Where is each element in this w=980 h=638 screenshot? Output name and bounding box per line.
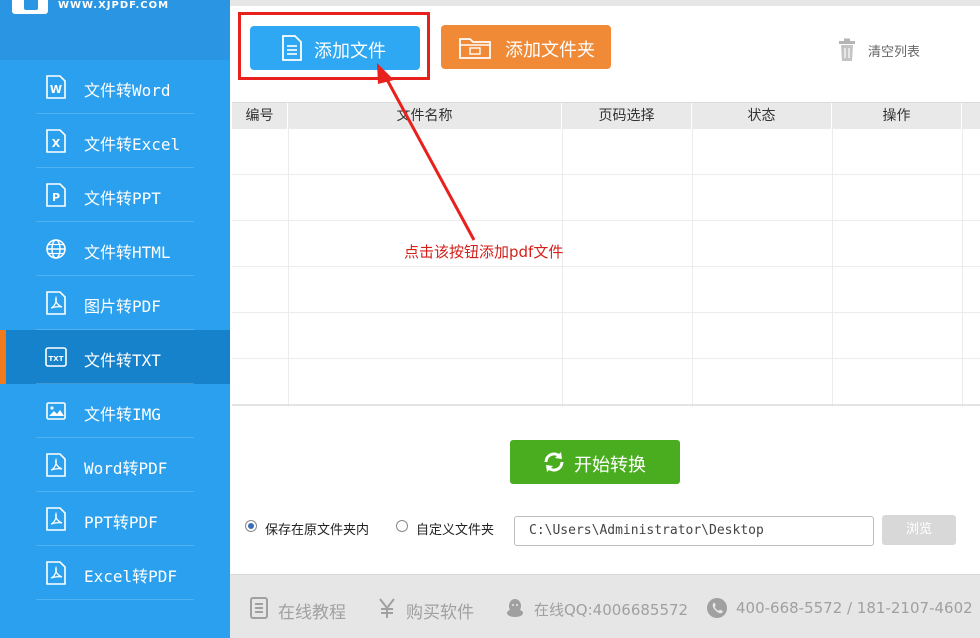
table-row <box>232 359 980 405</box>
excel-file-icon: X <box>44 129 68 153</box>
sidebar-item-label: 文件转Excel <box>84 135 181 154</box>
column-divider <box>832 129 833 407</box>
buy-software-label: 购买软件 <box>406 603 474 623</box>
sidebar: WWW.XJPDF.COM W 文件转Word X 文件转Excel P 文件转… <box>0 0 230 638</box>
svg-text:X: X <box>52 137 61 150</box>
column-header-page-range[interactable]: 页码选择 <box>562 103 692 129</box>
column-header-actions[interactable]: 操作 <box>832 103 962 129</box>
table-row <box>232 175 980 221</box>
add-folder-label: 添加文件夹 <box>505 40 595 61</box>
sidebar-nav: W 文件转Word X 文件转Excel P 文件转PPT 文件转HTML 图片… <box>0 60 230 600</box>
column-header-filename[interactable]: 文件名称 <box>288 103 562 129</box>
sidebar-item-label: 文件转Word <box>84 81 171 100</box>
column-header-status[interactable]: 状态 <box>692 103 832 129</box>
column-divider <box>562 129 563 407</box>
sidebar-item-word-to-pdf[interactable]: Word转PDF <box>0 438 230 492</box>
sidebar-item-label: 文件转PPT <box>84 189 161 208</box>
footer: 在线教程 购买软件 在线QQ:4006685572 400-668-5572 /… <box>230 574 980 638</box>
sidebar-item-excel-to-pdf[interactable]: Excel转PDF <box>0 546 230 600</box>
svg-text:P: P <box>52 191 60 204</box>
yen-icon <box>376 597 398 619</box>
image-icon <box>44 399 68 423</box>
custom-folder-radio[interactable] <box>396 520 408 532</box>
pdf-file-icon <box>44 291 68 315</box>
sidebar-item-file-to-img[interactable]: 文件转IMG <box>0 384 230 438</box>
online-qq-label: 在线QQ:4006685572 <box>534 601 689 619</box>
highlight-frame <box>238 12 430 80</box>
sidebar-item-ppt-to-pdf[interactable]: PPT转PDF <box>0 492 230 546</box>
sidebar-item-label: 文件转IMG <box>84 405 161 424</box>
folder-icon <box>457 33 493 61</box>
sidebar-item-label: 图片转PDF <box>84 297 161 316</box>
top-strip <box>230 0 980 6</box>
sidebar-item-file-to-html[interactable]: 文件转HTML <box>0 222 230 276</box>
column-divider <box>692 129 693 407</box>
table-row <box>232 221 980 267</box>
sidebar-item-label: Word转PDF <box>84 459 168 478</box>
sidebar-item-image-to-pdf[interactable]: 图片转PDF <box>0 276 230 330</box>
save-original-label: 保存在原文件夹内 <box>265 523 370 538</box>
sidebar-item-file-to-txt[interactable]: TXT 文件转TXT <box>0 330 230 384</box>
start-convert-label: 开始转换 <box>574 455 646 476</box>
table-row <box>232 129 980 175</box>
phone-icon <box>706 597 728 619</box>
start-convert-button[interactable]: 开始转换 <box>510 440 680 484</box>
sidebar-item-label: PPT转PDF <box>84 513 158 532</box>
svg-text:TXT: TXT <box>49 355 64 363</box>
brand-header: WWW.XJPDF.COM <box>0 0 230 60</box>
sidebar-item-label: 文件转TXT <box>84 351 161 370</box>
word-file-icon: W <box>44 75 68 99</box>
annotation-text: 点击该按钮添加pdf文件 <box>404 243 564 261</box>
table-row <box>232 313 980 359</box>
phone-number-label: 400-668-5572 / 181-2107-4602 <box>736 599 973 617</box>
column-header-index[interactable]: 编号 <box>232 103 288 129</box>
ppt-file-icon: P <box>44 183 68 207</box>
sidebar-item-file-to-word[interactable]: W 文件转Word <box>0 60 230 114</box>
online-tutorial-label: 在线教程 <box>278 603 346 623</box>
table-row <box>232 267 980 313</box>
pdf-file-icon <box>44 561 68 585</box>
file-table: 编号 文件名称 页码选择 状态 操作 <box>232 102 980 407</box>
save-original-radio[interactable] <box>245 520 257 532</box>
brand-url: WWW.XJPDF.COM <box>58 0 170 11</box>
table-bottom-border <box>232 404 980 406</box>
globe-icon <box>44 237 68 261</box>
document-list-icon <box>248 597 270 619</box>
sidebar-item-label: 文件转HTML <box>84 243 171 262</box>
sidebar-item-label: Excel转PDF <box>84 567 178 586</box>
table-body <box>232 129 980 407</box>
txt-file-icon: TXT <box>44 345 68 369</box>
sidebar-item-file-to-excel[interactable]: X 文件转Excel <box>0 114 230 168</box>
column-divider <box>962 129 963 407</box>
output-path-input[interactable]: C:\Users\Administrator\Desktop <box>514 516 874 546</box>
add-folder-button[interactable]: 添加文件夹 <box>441 25 611 69</box>
trash-icon <box>836 38 858 62</box>
sidebar-item-file-to-ppt[interactable]: P 文件转PPT <box>0 168 230 222</box>
column-divider <box>288 129 289 407</box>
table-header: 编号 文件名称 页码选择 状态 操作 <box>232 103 980 129</box>
clear-list-label: 清空列表 <box>868 45 921 60</box>
app-logo <box>12 0 48 14</box>
custom-folder-label: 自定义文件夹 <box>416 523 495 538</box>
svg-text:W: W <box>50 83 62 96</box>
pdf-file-icon <box>44 507 68 531</box>
qq-icon <box>504 597 526 619</box>
refresh-icon <box>542 450 566 474</box>
pdf-file-icon <box>44 453 68 477</box>
browse-button[interactable]: 浏览 <box>882 515 956 545</box>
